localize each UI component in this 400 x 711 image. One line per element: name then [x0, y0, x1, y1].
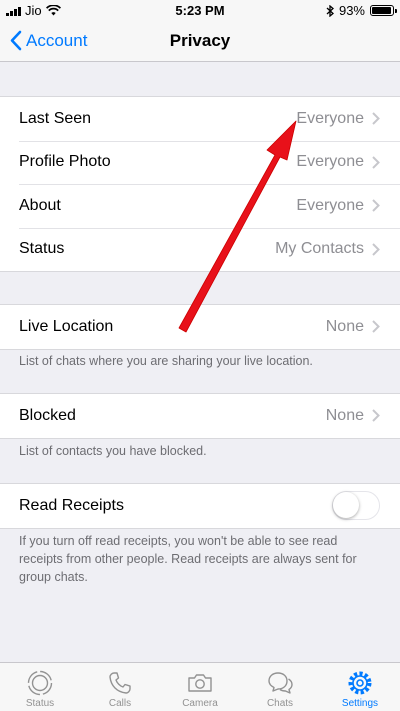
bluetooth-icon — [326, 4, 334, 17]
row-label: Live Location — [19, 317, 114, 335]
row-value: Everyone — [296, 109, 364, 127]
chevron-right-icon — [372, 320, 380, 333]
tab-label: Camera — [182, 698, 218, 709]
chevron-right-icon — [372, 409, 380, 422]
battery-percent: 93% — [338, 3, 365, 18]
row-label: Profile Photo — [19, 153, 111, 171]
blocked-row[interactable]: Blocked None — [0, 394, 400, 438]
row-label: Status — [19, 240, 65, 258]
page-title: Privacy — [169, 31, 231, 50]
tab-settings[interactable]: Settings — [320, 663, 400, 711]
tab-label: Status — [25, 698, 55, 709]
gear-icon — [348, 671, 372, 695]
blocked-footer: List of contacts you have blocked. — [19, 444, 207, 458]
read-receipts-group: Read Receipts — [0, 483, 400, 529]
tab-label: Settings — [341, 698, 379, 709]
blocked-group: Blocked None — [0, 393, 400, 439]
row-value: None — [325, 406, 364, 424]
row-label: About — [19, 196, 61, 214]
row-label: Blocked — [19, 406, 76, 424]
tab-camera[interactable]: Camera — [160, 663, 240, 711]
row-label: Last Seen — [19, 109, 92, 127]
row-label: Read Receipts — [19, 496, 124, 514]
tab-chats[interactable]: Chats — [240, 663, 320, 711]
phone-icon — [109, 672, 131, 694]
status-icon — [27, 670, 53, 696]
last-seen-row[interactable]: Last Seen Everyone — [0, 97, 400, 141]
chevron-right-icon — [372, 243, 380, 256]
battery-icon — [370, 5, 397, 16]
tab-status[interactable]: Status — [0, 663, 80, 711]
row-value: Everyone — [296, 153, 364, 171]
chevron-right-icon — [372, 112, 380, 125]
read-receipts-toggle[interactable] — [332, 491, 380, 521]
row-value: Everyone — [296, 196, 364, 214]
about-row[interactable]: About Everyone — [0, 184, 400, 228]
live-location-group: Live Location None — [0, 304, 400, 350]
status-row[interactable]: Status My Contacts — [0, 227, 400, 272]
camera-icon — [188, 674, 212, 692]
live-location-row[interactable]: Live Location None — [0, 305, 400, 349]
profile-photo-row[interactable]: Profile Photo Everyone — [0, 140, 400, 185]
navigation-bar: Account Privacy — [0, 22, 400, 62]
tab-label: Chats — [266, 698, 294, 709]
chevron-right-icon — [372, 156, 380, 169]
tab-label: Calls — [108, 698, 132, 709]
chats-icon — [268, 672, 293, 694]
tab-calls[interactable]: Calls — [80, 663, 160, 711]
row-value: My Contacts — [275, 240, 364, 258]
read-receipts-row: Read Receipts — [0, 484, 400, 528]
live-location-footer: List of chats where you are sharing your… — [19, 354, 313, 368]
status-bar: Jio 5:23 PM 93% — [0, 0, 400, 22]
privacy-settings-group: Last Seen Everyone Profile Photo Everyon… — [0, 96, 400, 272]
read-receipts-footer: If you turn off read receipts, you won't… — [19, 534, 357, 584]
chevron-right-icon — [372, 199, 380, 212]
row-value: None — [325, 317, 364, 335]
tab-bar: Status Calls Camera Chats Settings — [0, 662, 400, 711]
